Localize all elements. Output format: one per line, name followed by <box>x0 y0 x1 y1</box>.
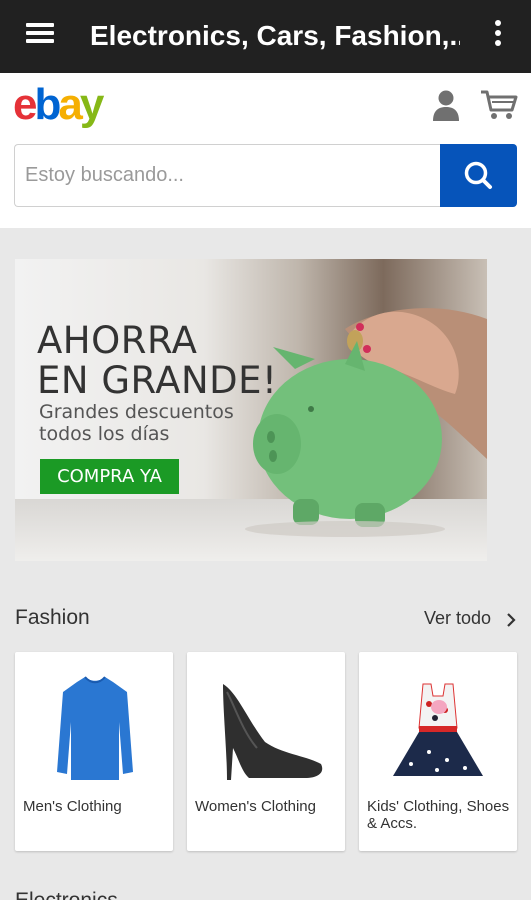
user-icon[interactable] <box>432 89 460 121</box>
section-title-electronics: Electronics <box>15 889 118 900</box>
see-all-link[interactable]: Ver todo <box>424 608 491 629</box>
logo-letter-y: y <box>79 80 105 129</box>
logo-letter-b: b <box>34 80 61 129</box>
mens-sweater-image <box>57 676 133 780</box>
app-bar-title: Electronics, Cars, Fashion,... <box>90 20 460 51</box>
cart-icon[interactable] <box>480 89 518 121</box>
promo-banner[interactable]: AHORRA EN GRANDE! Grandes descuentos tod… <box>15 259 487 561</box>
more-vertical-icon[interactable] <box>490 20 506 52</box>
banner-title: AHORRA EN GRANDE! <box>37 319 278 402</box>
category-label: Men's Clothing <box>23 798 122 815</box>
logo-letter-e: e <box>13 80 38 129</box>
banner-subtitle: Grandes descuentos todos los días <box>39 401 234 445</box>
menu-icon[interactable] <box>26 23 56 47</box>
buy-now-button[interactable]: COMPRA YA <box>40 459 179 494</box>
chevron-right-icon[interactable] <box>505 612 517 628</box>
high-heel-shoe-image <box>223 684 323 780</box>
kids-dress-image <box>393 683 483 776</box>
logo-letter-a: a <box>58 80 83 129</box>
category-label: Women's Clothing <box>195 798 316 815</box>
ebay-logo[interactable]: ebay <box>13 79 105 131</box>
search-button[interactable] <box>440 144 517 207</box>
category-card-mens-clothing[interactable]: Men's Clothing <box>15 652 173 851</box>
app-bar: Electronics, Cars, Fashion,... <box>0 0 531 73</box>
section-title-fashion: Fashion <box>15 606 90 629</box>
category-label: Kids' Clothing, Shoes & Accs. <box>367 798 510 832</box>
category-card-womens-clothing[interactable]: Women's Clothing <box>187 652 345 851</box>
header: ebay <box>0 73 531 228</box>
category-card-kids-clothing[interactable]: Kids' Clothing, Shoes & Accs. <box>359 652 517 851</box>
search-input[interactable] <box>14 144 441 207</box>
search-icon <box>464 161 492 189</box>
